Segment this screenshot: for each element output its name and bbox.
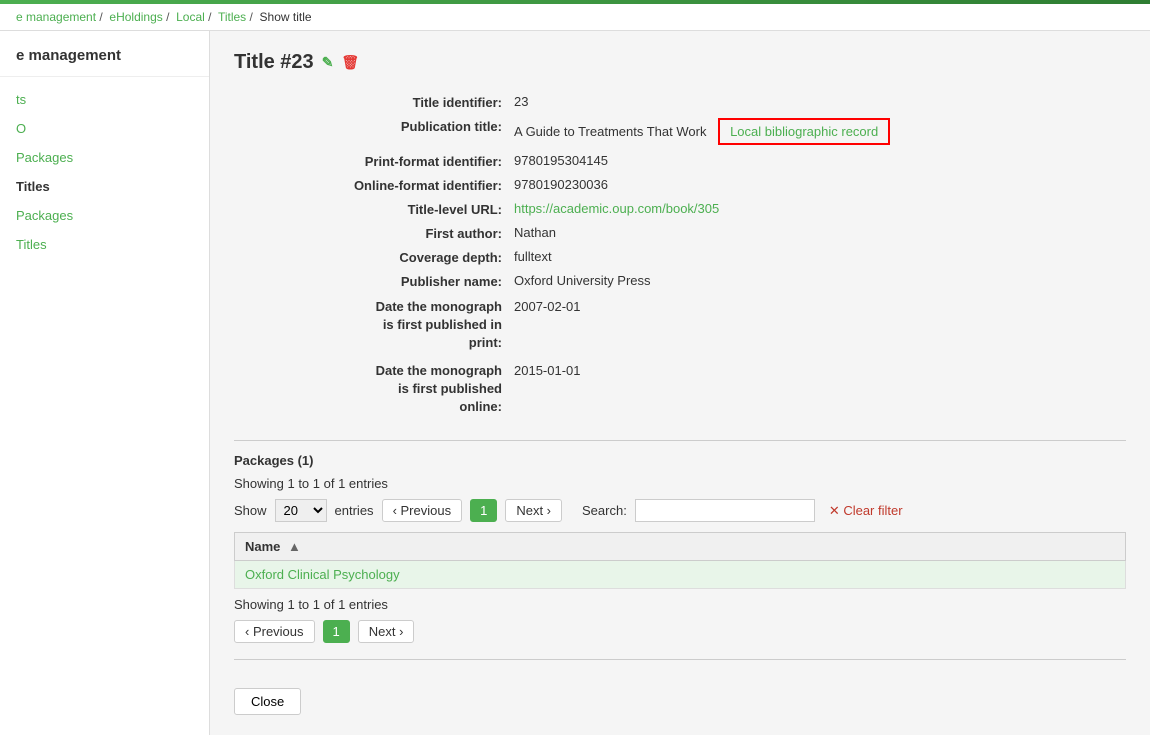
value-date-print: 2007-02-01 (514, 297, 1126, 314)
col-name-sort-icon: ▲ (288, 539, 301, 554)
pub-title-text: A Guide to Treatments That Work (514, 124, 706, 139)
breadcrumb-eholdings[interactable]: eHoldings (109, 10, 162, 24)
showing-bottom: Showing 1 to 1 of 1 entries (234, 597, 1126, 612)
prev-button-bottom[interactable]: ‹ Previous (234, 620, 315, 643)
packages-section-label: Packages (1) (234, 453, 1126, 468)
entries-label: entries (335, 503, 374, 518)
col-name[interactable]: Name ▲ (235, 533, 1126, 561)
showing-top: Showing 1 to 1 of 1 entries (234, 476, 1126, 491)
title-url-link[interactable]: https://academic.oup.com/book/305 (514, 201, 719, 216)
label-coverage-depth: Coverage depth: (234, 249, 514, 265)
pagination-bar-top: Show 20 10 50 100 entries ‹ Previous 1 N… (234, 499, 1126, 522)
main-content: Title #23 ✎ 🗑 Title identifier: 23 Publi… (210, 31, 1150, 735)
next-button-bottom[interactable]: Next › (358, 620, 415, 643)
value-first-author: Nathan (514, 225, 1126, 240)
field-title-identifier: Title identifier: 23 (234, 94, 1126, 110)
breadcrumb-emanagement[interactable]: e management (16, 10, 96, 24)
label-title-url: Title-level URL: (234, 201, 514, 217)
search-input[interactable] (635, 499, 815, 522)
sidebar-title: e management (0, 47, 209, 77)
delete-icon[interactable]: 🗑 (341, 54, 359, 71)
page-num-bottom: 1 (323, 620, 350, 643)
breadcrumb-current: Show title (260, 10, 312, 24)
field-first-author: First author: Nathan (234, 225, 1126, 241)
label-print-format: Print-format identifier: (234, 153, 514, 169)
label-online-format: Online-format identifier: (234, 177, 514, 193)
label-publisher-name: Publisher name: (234, 273, 514, 289)
value-coverage-depth: fulltext (514, 249, 1126, 264)
value-online-format: 9780190230036 (514, 177, 1126, 192)
col-name-label: Name (245, 539, 280, 554)
sidebar: e management ts O Packages Titles Packag… (0, 31, 210, 735)
packages-section: Packages (1) Showing 1 to 1 of 1 entries… (234, 440, 1126, 643)
page-num-top: 1 (470, 499, 497, 522)
table-cell-name: Oxford Clinical Psychology (235, 561, 1126, 589)
table-row: Oxford Clinical Psychology (235, 561, 1126, 589)
close-button[interactable]: Close (234, 688, 301, 715)
sidebar-item-titles1[interactable]: Titles (0, 172, 209, 201)
sidebar-item-packages2[interactable]: Packages (0, 201, 209, 230)
packages-table: Name ▲ Oxford Clinical Psychology (234, 532, 1126, 589)
clear-filter-button[interactable]: ✕ Clear filter (823, 500, 909, 522)
next-button-top[interactable]: Next › (505, 499, 562, 522)
value-publisher-name: Oxford University Press (514, 273, 1126, 288)
edit-icon[interactable]: ✎ (322, 54, 334, 71)
pagination-bar-bottom: ‹ Previous 1 Next › (234, 620, 1126, 643)
local-bib-box[interactable]: Local bibliographic record (718, 118, 890, 145)
prev-button-top[interactable]: ‹ Previous (382, 499, 463, 522)
value-print-format: 9780195304145 (514, 153, 1126, 168)
page-title: Title #23 ✎ 🗑 (234, 51, 1126, 74)
field-date-online: Date the monographis first publishedonli… (234, 361, 1126, 417)
field-print-format: Print-format identifier: 9780195304145 (234, 153, 1126, 169)
breadcrumb: e management / eHoldings / Local / Title… (0, 4, 1150, 31)
sidebar-item-o[interactable]: O (0, 114, 209, 143)
sidebar-item-titles2[interactable]: Titles (0, 230, 209, 259)
field-publisher-name: Publisher name: Oxford University Press (234, 273, 1126, 289)
value-title-identifier: 23 (514, 94, 1126, 109)
label-title-identifier: Title identifier: (234, 94, 514, 110)
title-text: Title #23 (234, 51, 314, 74)
detail-table: Title identifier: 23 Publication title: … (234, 94, 1126, 416)
value-title-url: https://academic.oup.com/book/305 (514, 201, 1126, 216)
field-online-format: Online-format identifier: 9780190230036 (234, 177, 1126, 193)
field-coverage-depth: Coverage depth: fulltext (234, 249, 1126, 265)
sidebar-item-packages1[interactable]: Packages (0, 143, 209, 172)
show-label: Show (234, 503, 267, 518)
label-date-online: Date the monographis first publishedonli… (234, 361, 514, 417)
label-date-print: Date the monographis first published inp… (234, 297, 514, 353)
package-name-link[interactable]: Oxford Clinical Psychology (245, 567, 400, 582)
label-publication-title: Publication title: (234, 118, 514, 134)
field-date-print: Date the monographis first published inp… (234, 297, 1126, 353)
sidebar-item-ts[interactable]: ts (0, 85, 209, 114)
field-title-url: Title-level URL: https://academic.oup.co… (234, 201, 1126, 217)
field-publication-title: Publication title: A Guide to Treatments… (234, 118, 1126, 145)
breadcrumb-local[interactable]: Local (176, 10, 205, 24)
label-first-author: First author: (234, 225, 514, 241)
search-label: Search: (582, 503, 627, 518)
value-publication-title: A Guide to Treatments That Work Local bi… (514, 118, 1126, 145)
breadcrumb-titles[interactable]: Titles (218, 10, 246, 24)
value-date-online: 2015-01-01 (514, 361, 1126, 378)
show-select[interactable]: 20 10 50 100 (275, 499, 327, 522)
